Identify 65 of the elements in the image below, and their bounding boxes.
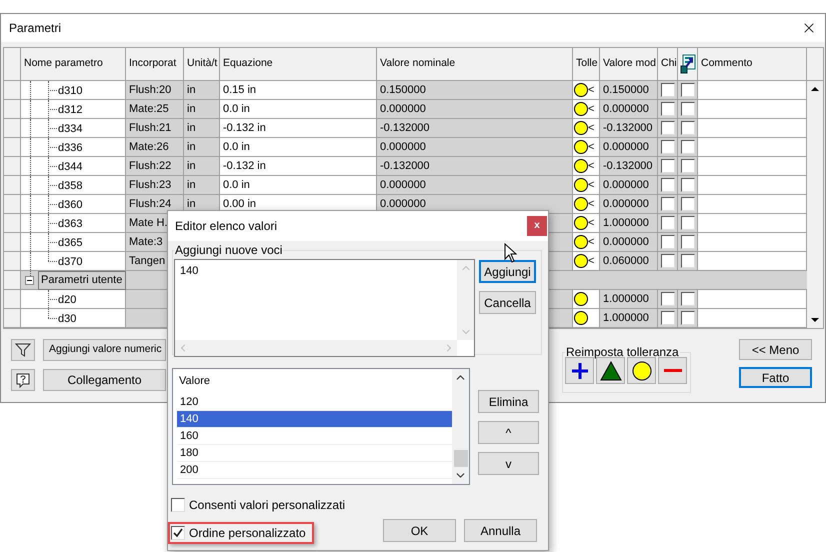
table-cell: -0.132000	[600, 119, 658, 137]
tolerance-mark: <	[588, 180, 594, 190]
tolerance-mark: <	[588, 84, 594, 96]
table-cell: 0.000000	[600, 233, 658, 251]
list-header: Valore	[178, 374, 211, 390]
table-cell: Flush:24	[126, 195, 184, 213]
table-cell: 0.000000	[377, 138, 573, 156]
table-cell: Flush:20	[126, 81, 184, 99]
window-title: Parametri	[9, 20, 62, 37]
table-cell: Flush:21	[126, 119, 184, 137]
parameter-name: d344	[58, 160, 82, 175]
table-cell: in	[184, 138, 220, 156]
parameter-name: d20	[58, 293, 76, 308]
tolerance-mark: <	[588, 160, 594, 172]
tolerance-mark: <	[588, 236, 594, 248]
tolerance-mark: <	[588, 142, 594, 152]
table-cell: -0.132 in	[220, 157, 377, 175]
checkbox-label: Consenti valori personalizzati	[189, 497, 346, 514]
table-cell: 0.000000	[600, 195, 658, 213]
parameter-name: d363	[58, 217, 82, 232]
table-cell: 0.15 in	[220, 81, 377, 99]
table-cell: 0.000000	[377, 100, 573, 118]
table-cell: in	[184, 176, 220, 194]
group-name: Parametri utente	[38, 271, 126, 290]
table-cell: -0.132000	[377, 157, 573, 175]
tolerance-mark: <	[588, 198, 594, 210]
table-cell: Mate:26	[126, 138, 184, 156]
table-cell: 0.000000	[600, 100, 658, 118]
tolerance-mark: <	[588, 218, 594, 228]
table-cell: 0.060000	[600, 252, 658, 270]
table-cell: Mate:25	[126, 100, 184, 118]
parameter-name: d365	[58, 236, 82, 251]
tolerance-mark: <	[588, 104, 594, 114]
parameter-name: d336	[58, 141, 82, 156]
table-cell: 0.0 in	[220, 100, 377, 118]
table-cell: -0.132000	[600, 157, 658, 175]
table-cell: -0.132 in	[220, 119, 377, 137]
table-cell: 1.000000	[600, 309, 658, 327]
table-cell: in	[184, 100, 220, 118]
table-cell: -0.132000	[377, 119, 573, 137]
table-cell: Flush:22	[126, 157, 184, 175]
table-cell: 0.000000	[600, 138, 658, 156]
table-cell: Flush:23	[126, 176, 184, 194]
table-cell: 1.000000	[600, 290, 658, 308]
parameter-name: d360	[58, 198, 82, 213]
table-cell: 1.000000	[600, 214, 658, 232]
parameter-name: d370	[58, 255, 82, 270]
table-cell: in	[184, 81, 220, 99]
table-cell: 0.0 in	[220, 176, 377, 194]
parameter-name: d312	[58, 103, 82, 118]
table-cell: 0.000000	[600, 176, 658, 194]
parameter-name: d310	[58, 84, 82, 99]
table-cell: in	[184, 157, 220, 175]
checkbox-label: Ordine personalizzato	[189, 525, 306, 542]
tolerance-mark: <	[588, 122, 594, 134]
table-cell: in	[184, 119, 220, 137]
group-label: Reimposta tolleranza	[565, 344, 680, 361]
tolerance-mark: <	[588, 256, 594, 266]
parameter-name: d334	[58, 122, 82, 137]
table-cell: 0.150000	[600, 81, 658, 99]
parameter-name: d30	[58, 312, 76, 327]
table-cell: 0.000000	[377, 176, 573, 194]
parameter-name: d358	[58, 179, 82, 194]
table-cell: 0.150000	[377, 81, 573, 99]
table-cell: 0.0 in	[220, 138, 377, 156]
